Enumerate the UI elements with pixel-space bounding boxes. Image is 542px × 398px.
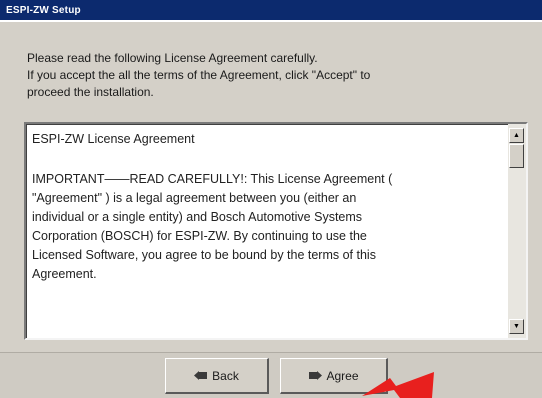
forward-arrow-icon xyxy=(309,371,323,380)
back-arrow-icon xyxy=(194,371,208,380)
license-line: Corporation (BOSCH) for ESPI-ZW. By cont… xyxy=(32,229,367,243)
agree-button-label: Agree xyxy=(326,368,359,383)
title-bar[interactable]: ESPI-ZW Setup xyxy=(0,0,542,22)
scroll-up-button[interactable]: ▲ xyxy=(509,128,524,143)
button-bar xyxy=(0,352,542,398)
scroll-down-button[interactable]: ▼ xyxy=(509,319,524,334)
license-line: IMPORTANT——READ CAREFULLY!: This License… xyxy=(32,172,393,186)
license-heading: ESPI-ZW License Agreement xyxy=(32,132,195,146)
scroll-up-arrow-icon: ▲ xyxy=(513,132,520,139)
license-line: individual or a single entity) and Bosch… xyxy=(32,210,363,224)
scroll-down-arrow-icon: ▼ xyxy=(513,323,520,330)
license-line: Licensed Software, you agree to be bound… xyxy=(32,248,376,262)
intro-line-2: If you accept the all the terms of the A… xyxy=(27,68,371,82)
back-button-label: Back xyxy=(212,368,239,383)
intro-line-3: proceed the installation. xyxy=(27,85,154,99)
setup-window: ESPI-ZW Setup Please read the following … xyxy=(0,0,542,398)
pointer-arrow-icon xyxy=(362,372,434,398)
intro-line-1: Please read the following License Agreem… xyxy=(27,51,318,65)
vertical-scrollbar[interactable]: ▲ ▼ xyxy=(508,124,526,338)
scroll-thumb[interactable] xyxy=(509,144,524,168)
license-content: ESPI-ZW License Agreement IMPORTANT——REA… xyxy=(32,130,510,284)
license-text-area[interactable]: ESPI-ZW License Agreement IMPORTANT——REA… xyxy=(24,122,528,340)
license-line: "Agreement" ) is a legal agreement betwe… xyxy=(32,191,357,205)
window-title: ESPI-ZW Setup xyxy=(6,5,81,16)
back-button[interactable]: Back xyxy=(165,358,269,394)
license-line: Agreement. xyxy=(32,267,97,281)
intro-instructions: Please read the following License Agreem… xyxy=(27,50,507,101)
